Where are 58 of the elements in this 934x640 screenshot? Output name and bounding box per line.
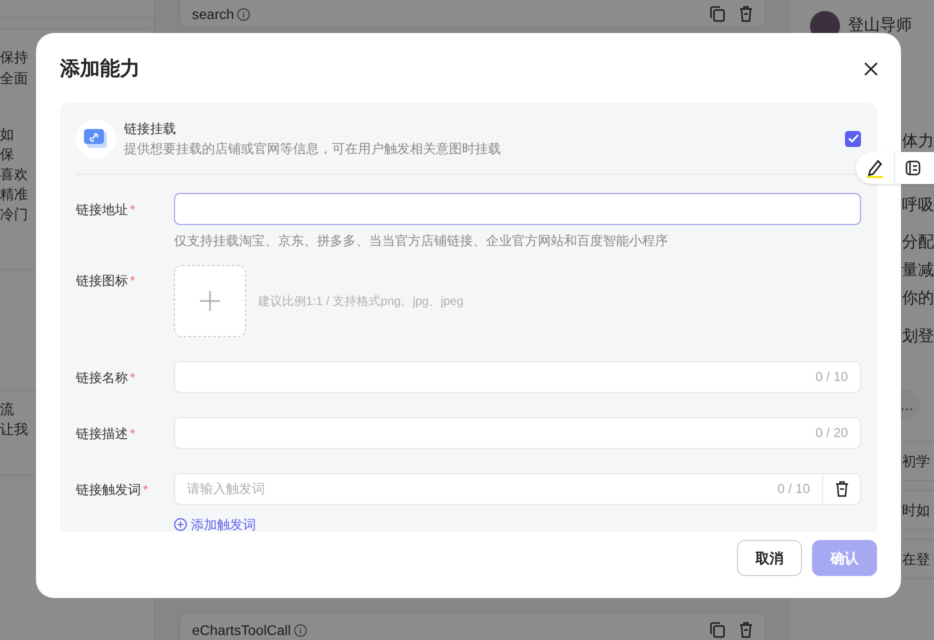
delete-icon[interactable]: [739, 6, 753, 22]
text-line: 让我: [0, 420, 28, 439]
text-line: 精准: [0, 185, 28, 204]
agent-name: 登山导师: [848, 16, 912, 36]
placeholder: 请输入触发词: [186, 480, 266, 498]
required-mark: *: [130, 202, 136, 217]
plugin-name: search: [192, 4, 234, 24]
copy-icon[interactable]: [710, 6, 725, 22]
character-counter: 0 / 10: [815, 368, 848, 386]
field-label: 链接名称*: [76, 368, 136, 386]
text-line: 保: [0, 145, 14, 164]
link-icon: [76, 118, 116, 158]
field-label: 链接图标*: [76, 272, 136, 290]
input-field[interactable]: 0 / 10: [174, 360, 861, 392]
add-trigger-link[interactable]: 添加触发词: [174, 514, 256, 534]
text-line: 你的: [902, 289, 934, 309]
field-hint: 仅支持挂载淘宝、京东、拼多多、当当官方店铺链接、企业官方网站和百度智能小程序: [174, 232, 669, 250]
required-mark: *: [130, 426, 136, 440]
suggested-question[interactable]: 初学: [902, 441, 934, 481]
text-line: 划登: [902, 326, 934, 347]
field-label: 链接描述*: [76, 424, 136, 442]
text-line: 呼吸: [902, 196, 934, 216]
character-counter: 0 / 10: [777, 480, 811, 498]
suggested-question[interactable]: 在登: [902, 539, 934, 579]
info-icon: [294, 624, 307, 636]
note-icon[interactable]: [905, 160, 921, 176]
highlighter-icon[interactable]: [866, 158, 884, 178]
plus-circle-icon: [174, 518, 187, 531]
text-line: 全面: [0, 69, 28, 88]
character-counter: 0 / 20: [815, 424, 848, 442]
field-label: 链接地址*: [76, 201, 136, 219]
input-field[interactable]: 请输入触发词 0 / 10: [174, 472, 861, 504]
ability-description: 提供想要挂载的店铺或官网等信息，可在用户触发相关意图时挂载: [124, 140, 502, 158]
dialog-title: 添加能力: [60, 57, 140, 82]
text-line: 体力: [902, 132, 934, 152]
text-line: 喜欢: [0, 165, 28, 184]
copy-icon[interactable]: [710, 622, 725, 638]
suggested-question[interactable]: 时如: [902, 490, 934, 530]
checkbox[interactable]: [845, 130, 861, 146]
text-line: 流: [0, 400, 14, 419]
required-mark: *: [130, 370, 136, 384]
trash-icon: [834, 480, 848, 496]
input-field[interactable]: 0 / 20: [174, 416, 861, 448]
ability-title: 链接挂载: [124, 120, 177, 138]
text-line: 如: [0, 125, 14, 144]
info-icon: [237, 8, 250, 20]
plugin-name: eChartsToolCall: [192, 620, 291, 640]
required-mark: *: [143, 482, 148, 496]
required-mark: *: [130, 272, 136, 288]
delete-icon[interactable]: [739, 622, 753, 638]
text-line: 量减: [902, 260, 934, 281]
text-line: 冷门: [0, 205, 28, 224]
upload-hint: 建议比例1:1 / 支持格式png、jpg、jpeg: [258, 292, 464, 310]
input-field[interactable]: [174, 193, 861, 225]
cancel-button[interactable]: 取消: [737, 540, 802, 576]
text-line: 分配: [902, 233, 934, 253]
field-label: 链接触发词*: [76, 480, 150, 498]
text-line: 保持: [0, 48, 28, 67]
